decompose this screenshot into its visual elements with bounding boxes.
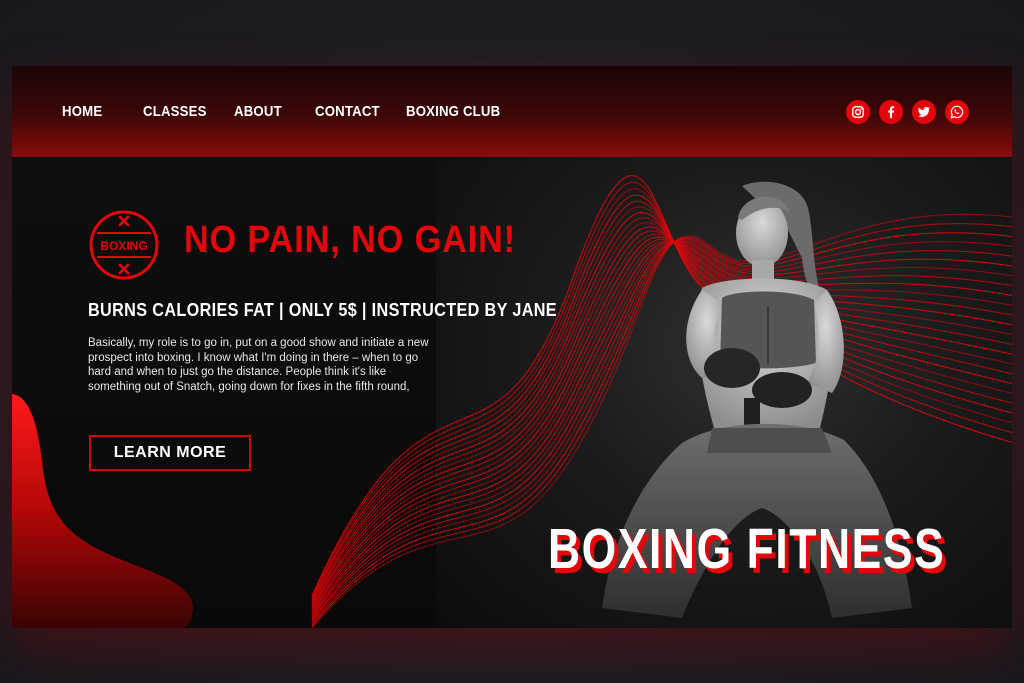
nav-contact[interactable]: CONTACT: [315, 103, 380, 120]
whatsapp-icon[interactable]: [945, 100, 969, 124]
nav-boxing-club[interactable]: BOXING CLUB: [406, 103, 500, 120]
nav-classes[interactable]: CLASSES: [143, 103, 207, 120]
nav-about[interactable]: ABOUT: [234, 103, 282, 120]
instagram-icon[interactable]: [846, 100, 870, 124]
twitter-icon[interactable]: [912, 100, 936, 124]
class-details: BURNS CALORIES FAT | ONLY 5$ | INSTRUCTE…: [88, 300, 557, 320]
learn-more-button[interactable]: LEARN MORE: [89, 435, 251, 471]
hero-title: BOXING FITNESS: [548, 517, 946, 581]
intro-paragraph: Basically, my role is to go in, put on a…: [88, 337, 429, 393]
facebook-icon[interactable]: [879, 100, 903, 124]
landing-page: HOME CLASSES ABOUT CONTACT BOXING CLUB B…: [12, 66, 1012, 628]
header-bar: HOME CLASSES ABOUT CONTACT BOXING CLUB: [12, 66, 1012, 157]
hero-headline: NO PAIN, NO GAIN!: [184, 219, 516, 261]
badge-label: BOXING: [100, 239, 147, 253]
boxing-badge-logo: BOXING: [89, 210, 159, 280]
nav-home[interactable]: HOME: [62, 103, 102, 120]
